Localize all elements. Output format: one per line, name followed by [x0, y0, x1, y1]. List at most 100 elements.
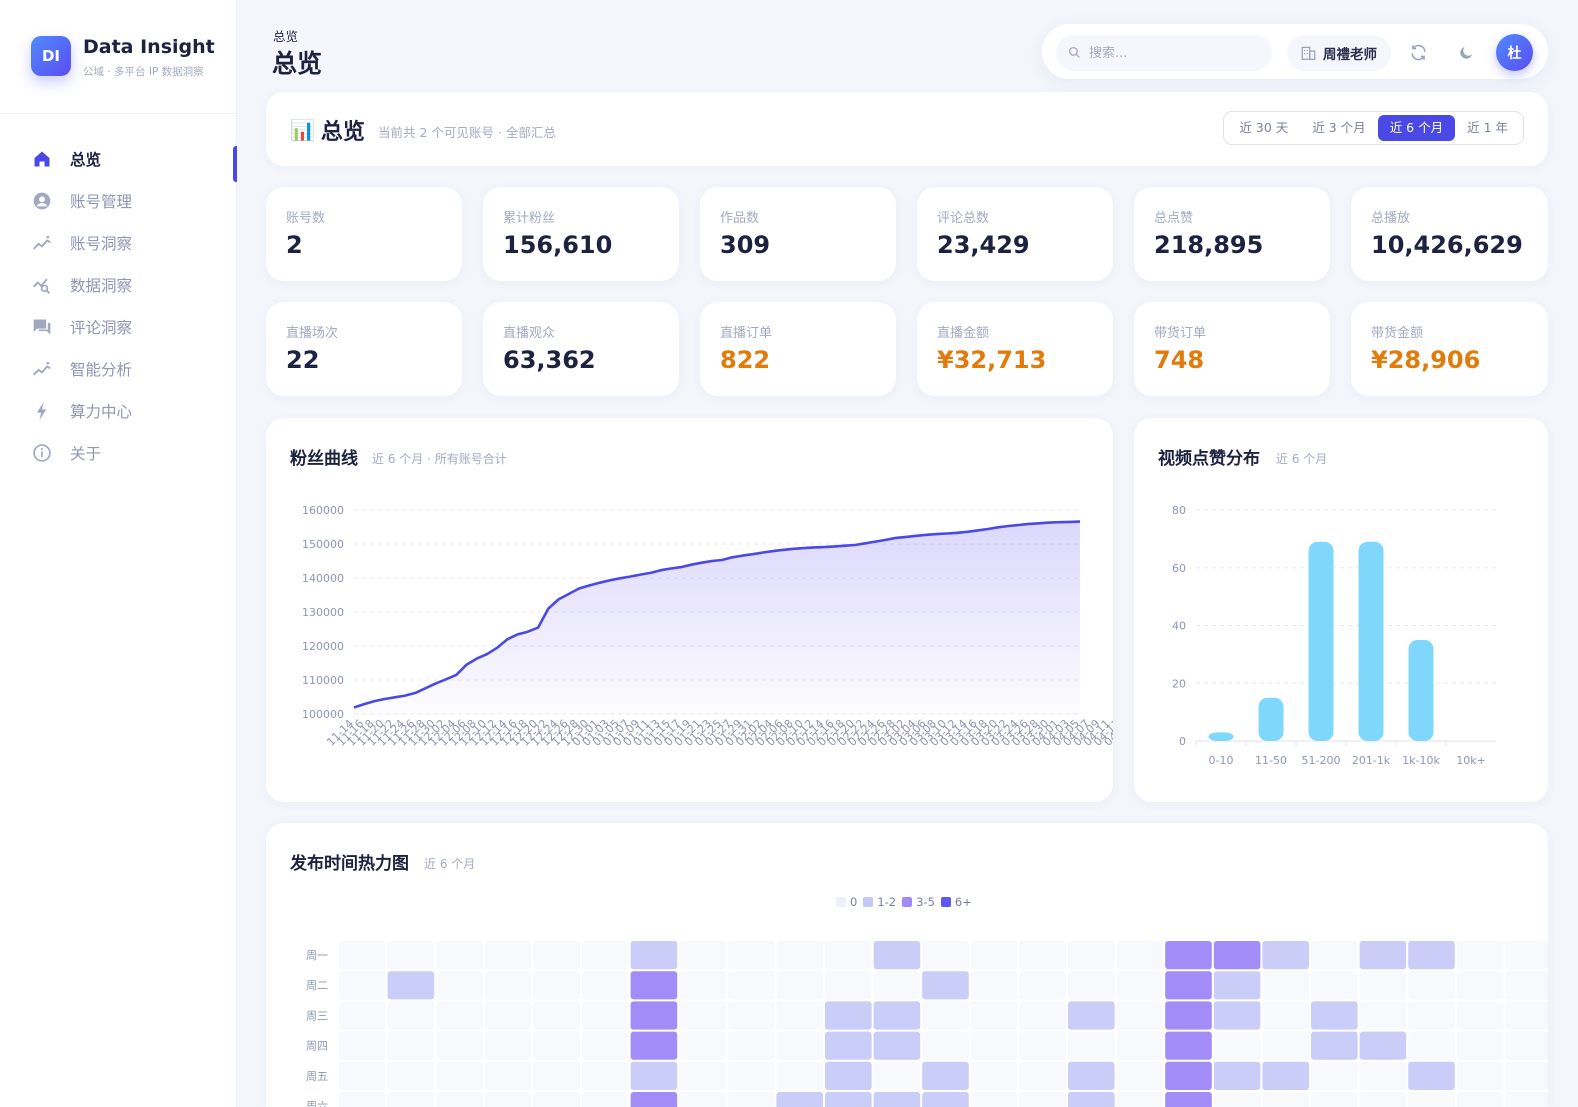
- heatmap-cell: [484, 1001, 532, 1030]
- sidebar-item-overview[interactable]: 总览: [0, 138, 237, 182]
- stat-value: 309: [720, 231, 771, 259]
- heatmap-cell: [1456, 1001, 1504, 1030]
- sidebar-item-account-insight[interactable]: 账号洞察: [0, 222, 237, 264]
- stat-card: 带货订单 748: [1134, 302, 1330, 396]
- tenant-name: 周禮老师: [1323, 47, 1377, 63]
- stat-label: 总播放: [1371, 211, 1411, 226]
- sidebar-item-comment-insight[interactable]: 评论洞察: [0, 306, 237, 348]
- heatmap-cell: [1505, 1061, 1548, 1090]
- heatmap-cell: [970, 1061, 1018, 1090]
- heatmap-cell: [582, 1001, 629, 1030]
- heatmap-cell: [1116, 1061, 1164, 1090]
- heatmap-cell: [825, 971, 872, 1000]
- heatmap-cell: [533, 1001, 580, 1030]
- heatmap-cell: [1213, 1061, 1261, 1090]
- range-3m[interactable]: 近 3 个月: [1300, 115, 1377, 141]
- brand-name: Data Insight: [83, 36, 215, 58]
- heatmap-cell: [1116, 1092, 1164, 1107]
- refresh-icon[interactable]: [1407, 41, 1429, 63]
- heatmap-cell: [776, 971, 823, 1000]
- heatmap-cell: [630, 1001, 678, 1030]
- heatmap-cell: [1165, 1031, 1212, 1060]
- top-toolbar: 周禮老师 杜: [1042, 24, 1548, 79]
- y-tick-label: 150000: [302, 538, 344, 551]
- heatmap-cell: [533, 1031, 580, 1060]
- heatmap-cell: [533, 1061, 580, 1090]
- heatmap-cell: [679, 1092, 726, 1107]
- sidebar-item-accounts[interactable]: 账号管理: [0, 180, 237, 222]
- sidebar-item-ai-analysis[interactable]: 智能分析: [0, 348, 237, 390]
- stat-label: 总点赞: [1154, 211, 1194, 226]
- heatmap-cell: [776, 941, 823, 970]
- heatmap-cell: [1359, 971, 1407, 1000]
- heatmap-cell: [1019, 941, 1066, 970]
- stat-label: 带货订单: [1154, 326, 1207, 341]
- x-tick-label: 201-1k: [1352, 754, 1391, 767]
- heatmap-cell: [582, 971, 629, 1000]
- heatmap-cell: [582, 1031, 629, 1060]
- heatmap-cell: [387, 941, 435, 970]
- fans-area: [354, 521, 1080, 714]
- heatmap-cell: [1213, 941, 1261, 970]
- heatmap-cell: [1262, 1001, 1309, 1030]
- range-1y[interactable]: 近 1 年: [1455, 115, 1520, 141]
- heatmap-cell: [776, 1092, 823, 1107]
- search-input[interactable]: [1089, 45, 1249, 61]
- heatmap-cell: [727, 1001, 775, 1030]
- page-title: 总览: [272, 49, 323, 78]
- heatmap-cell: [1116, 1031, 1164, 1060]
- heatmap-grid: 周一周二周三周四周五周六: [306, 941, 1548, 1107]
- stat-value: ¥28,906: [1371, 346, 1481, 374]
- x-tick-label: 51-200: [1302, 754, 1341, 767]
- stat-label: 作品数: [720, 211, 760, 226]
- stat-card: 总播放 10,426,629: [1351, 187, 1548, 281]
- heatmap-cell: [679, 971, 726, 1000]
- heatmap-cell: [1311, 1031, 1358, 1060]
- stat-card: 作品数 309: [700, 187, 896, 281]
- heatmap-cell: [436, 941, 483, 970]
- heatmap-cell: [1456, 971, 1504, 1000]
- heatmap-card: 发布时间热力图 近 6 个月 0 1-2 3-5 6+ 周一 周二 周三 周四 周五 周六: [266, 823, 1548, 1107]
- heatmap-cell: [533, 971, 580, 1000]
- heatmap-cell: [1165, 971, 1212, 1000]
- heatmap-cell: [1116, 941, 1164, 970]
- bar: [1308, 541, 1334, 741]
- heatmap-cell: [1408, 941, 1455, 970]
- heatmap-cell: [1359, 1001, 1407, 1030]
- sidebar-item-about[interactable]: 关于: [0, 432, 237, 474]
- brand-tagline: 公域 · 多平台 IP 数据洞察: [83, 66, 204, 78]
- heatmap-cell: [679, 1001, 726, 1030]
- y-tick-label: 80: [1172, 504, 1186, 517]
- heatmap-cell: [1505, 1001, 1548, 1030]
- avatar[interactable]: 杜: [1496, 34, 1533, 71]
- heatmap-cell: [873, 1061, 921, 1090]
- heatmap-cell: [1456, 1031, 1504, 1060]
- heatmap-cell: [970, 1001, 1018, 1030]
- heatmap-cell: [1262, 1031, 1309, 1060]
- y-tick-label: 130000: [302, 606, 344, 619]
- sidebar-item-label: 关于: [70, 445, 102, 463]
- sidebar-item-data-insight[interactable]: 数据洞察: [0, 264, 237, 306]
- heatmap-cell: [436, 971, 483, 1000]
- stat-label: 带货金额: [1371, 326, 1424, 341]
- overview-header-card: 📊 总览 当前共 2 个可见账号 · 全部汇总 近 30 天 近 3 个月 近 …: [266, 92, 1548, 166]
- info-icon: [32, 443, 52, 463]
- heatmap-cell: [387, 1001, 435, 1030]
- brand-logo[interactable]: DI: [31, 36, 71, 76]
- heatmap-cell: [1019, 971, 1066, 1000]
- heatmap-cell: [582, 941, 629, 970]
- tenant-selector[interactable]: 周禮老师: [1287, 35, 1391, 71]
- moon-icon[interactable]: [1455, 41, 1477, 63]
- stat-value: 218,895: [1154, 231, 1264, 259]
- heatmap-cell: [1505, 1031, 1548, 1060]
- sidebar-item-compute[interactable]: 算力中心: [0, 390, 237, 432]
- heatmap-cell: [727, 1031, 775, 1060]
- heatmap-day-label: 周三: [306, 1009, 328, 1022]
- sidebar-item-label: 数据洞察: [70, 277, 133, 295]
- range-30d[interactable]: 近 30 天: [1227, 115, 1300, 141]
- stat-value: 2: [286, 231, 303, 259]
- range-6m[interactable]: 近 6 个月: [1377, 115, 1456, 141]
- heatmap-cell: [1116, 971, 1164, 1000]
- breadcrumb: 总览: [273, 29, 299, 44]
- sidebar-item-label: 算力中心: [70, 403, 133, 421]
